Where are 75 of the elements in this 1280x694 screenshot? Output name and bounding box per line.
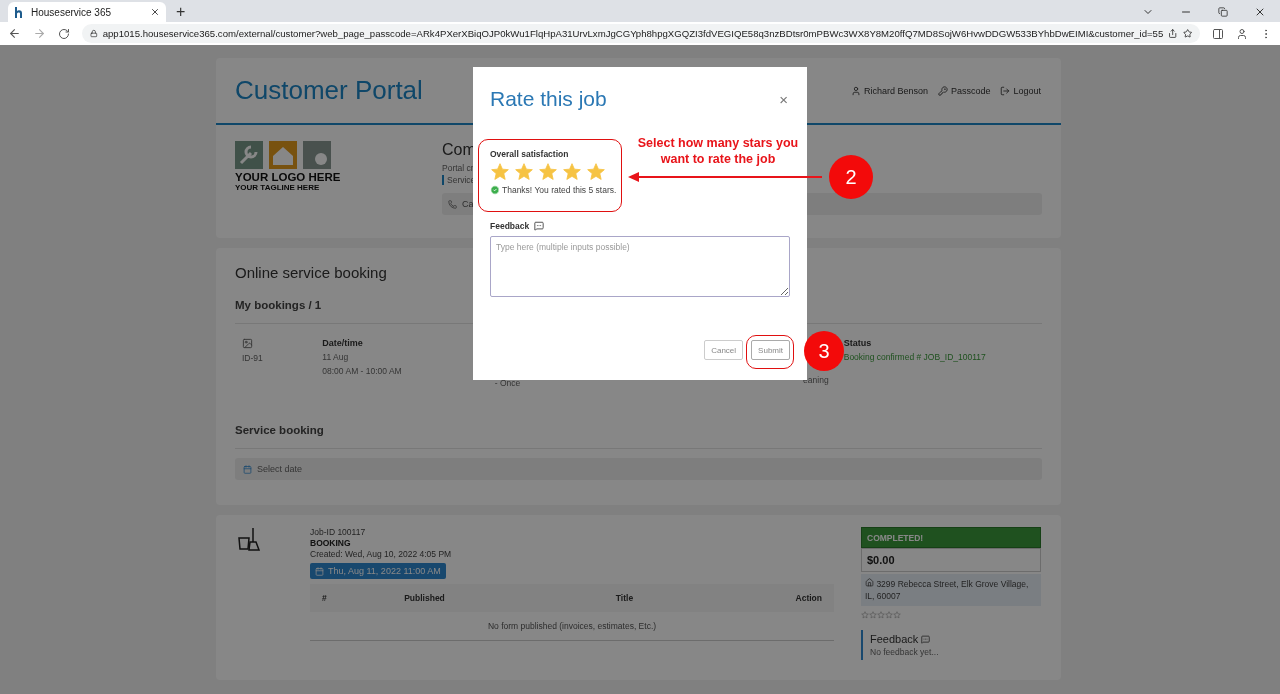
booking-time: 08:00 AM - 10:00 AM [322,366,403,376]
star-icon [514,162,534,182]
submit-button[interactable]: Submit [751,340,790,360]
bucket-broom-icon [238,527,260,551]
empty-table-message: No form published (invoices, estimates, Etc.) [310,613,834,641]
date-placeholder: Select date [257,464,303,474]
image-icon [242,338,253,349]
booking-date: 11 Aug [322,352,350,362]
profile-icon[interactable] [1236,27,1248,40]
section-title: Online service booking [235,264,388,281]
browser-tab[interactable]: Houseservice 365 [8,2,166,22]
rating-message-text: Thanks! You rated this 5 stars. [502,185,617,195]
star-icon [562,162,582,182]
check-icon [490,185,500,195]
feedback-label: Feedback [490,221,530,231]
logout-icon [1000,85,1011,96]
calendar-icon [315,566,324,576]
user-icon [850,85,861,96]
cancel-button[interactable]: Cancel [704,340,744,360]
phone-icon [448,199,457,209]
calendar-icon [243,464,252,474]
logo-tagline: YOUR TAGLINE HERE [235,183,321,192]
share-icon[interactable] [1168,28,1178,39]
restore-icon[interactable] [1218,7,1228,17]
feedback-text: No feedback yet... [870,647,940,657]
feedback-field[interactable]: Type here (multiple inputs possible) [490,236,790,297]
new-tab-button[interactable]: + [176,2,186,22]
home-icon [865,578,874,587]
close-icon[interactable] [150,7,160,17]
header-link[interactable]: Passcode [937,85,991,96]
lock-icon [90,29,98,38]
highlight-frame [746,335,794,369]
feedback-title: Feedback [870,633,919,645]
booking-frequency: - Once [494,378,522,388]
header-link[interactable]: Richard Benson [850,85,928,96]
column-heading: Status [843,338,873,348]
logo-text: YOUR LOGO HERE [235,171,342,183]
key-icon [937,85,948,96]
close-icon[interactable] [1254,6,1266,18]
column-heading: Title [614,593,635,603]
rating-label: Overall satisfaction [490,149,569,159]
job-id: Job-ID 100117 [310,527,367,537]
column-heading: Date/time [322,338,364,348]
status-badge: COMPLETED! [861,527,1041,548]
star-icon [586,162,606,182]
portal-description: Portal cr [442,163,475,173]
job-address: 3299 Rebecca Street, Elk Grove Village, IL, 60007 [861,574,1041,606]
close-button[interactable]: × [777,90,790,108]
dialog-title: Rate this job [490,87,607,111]
column-heading: # [322,593,328,603]
comment-icon [534,221,545,231]
booking-status: Booking confirmed # JOB_ID_100117 [843,352,987,362]
star-icon [490,162,510,182]
back-icon[interactable] [8,27,21,40]
booking-id: ID-91 [242,353,264,363]
portal-title: Customer Portal [235,75,423,106]
phone-text: Ca [462,199,474,209]
address-bar[interactable]: app1015.houseservice365.com/external/customer?web_page_passcode=ARk4PXerXBiqOJP0kWu1FlqHpA31UrvLxmJgCGYph8hpgXGQZI3fdVEGIQE58q3nzBDtsr0mPBWc3WX8Y8M20ffQ7MD8SojW6HvwDDGW533BYhbDwEIMI&customer_id=55 [82,24,1200,43]
job-created: Created: Wed, Aug 10, 2022 4:05 PM [310,549,453,559]
comment-icon [921,634,931,644]
section-subtitle: Service booking [235,424,1042,449]
header-link[interactable]: Logout [1000,85,1041,96]
bookmark-icon[interactable] [1182,28,1192,39]
date-picker[interactable]: Select date [235,458,1042,480]
reload-icon[interactable] [58,27,70,40]
job-price: $0.00 [861,548,1041,572]
site-logo-icon [14,6,24,18]
star-icon [538,162,558,182]
column-heading: Published [403,593,446,603]
column-heading: Action [794,593,822,603]
annotation-text: Select how many stars you want to rate the job [636,135,800,167]
url-text: app1015.houseservice365.com/external/customer?web_page_passcode=ARk4PXerXBiqOJP0kWu1FlqHpA31UrvLxmJgCGYph8hpgXGQZI3fdVEGIQE58q3nzBDtsr0mPBWc3WX8Y8M20ffQ7MD8SojW6HvwDDGW533BYhbDwEIMI&customer_id=55 [102,28,1164,39]
job-date-badge: Thu, Aug 11, 2022 11:00 AM [310,563,446,579]
side-panel-icon[interactable] [1212,27,1224,40]
job-type: BOOKING [310,538,352,548]
